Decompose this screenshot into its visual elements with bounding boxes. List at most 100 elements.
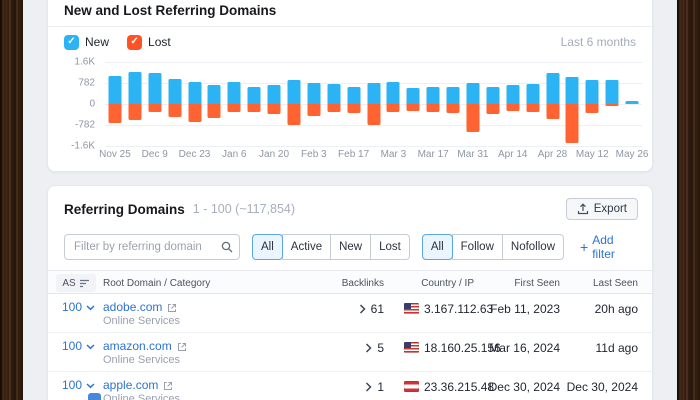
chart-bar[interactable] <box>204 62 224 146</box>
chart-bar[interactable] <box>304 62 324 146</box>
chart-bar[interactable] <box>443 62 463 146</box>
chart-bar[interactable] <box>364 62 384 146</box>
column-header-as[interactable]: AS <box>56 274 96 292</box>
domain-link[interactable]: adobe.com <box>103 301 162 314</box>
legend-item-lost[interactable]: Lost <box>127 35 171 50</box>
search-icon[interactable] <box>221 241 233 253</box>
chart-bar[interactable] <box>582 62 602 146</box>
legend-item-new[interactable]: New <box>64 35 109 50</box>
as-cell[interactable]: 100 <box>48 294 100 332</box>
x-axis-label: Mar 3 <box>381 149 407 160</box>
gridline <box>105 146 642 147</box>
wood-frame-left <box>0 0 23 400</box>
x-axis-label: Mar 17 <box>418 149 449 160</box>
first-seen-cell: Feb 11, 2023 <box>488 294 560 332</box>
bar-lost <box>208 104 221 118</box>
as-cell[interactable]: 100 <box>48 333 100 371</box>
ip-value: 3.167.112.63 <box>424 302 493 316</box>
chart-bar[interactable] <box>264 62 284 146</box>
external-link-icon[interactable] <box>177 342 187 352</box>
bar-new <box>287 80 300 104</box>
filter-status-all[interactable]: All <box>252 234 283 260</box>
bar-new <box>148 73 161 104</box>
chevron-right-icon[interactable] <box>365 343 372 353</box>
chart-bar[interactable] <box>483 62 503 146</box>
filter-status-active[interactable]: Active <box>282 234 331 260</box>
chevron-down-icon <box>86 383 95 389</box>
filter-follow-nofollow[interactable]: Nofollow <box>502 234 564 260</box>
y-axis-label: 1.6K <box>51 57 95 68</box>
column-header-first-seen[interactable]: First Seen <box>488 278 560 289</box>
column-header-country-ip[interactable]: Country / IP <box>392 278 488 289</box>
follow-filter-group: AllFollowNofollow <box>422 234 564 260</box>
backlinks-cell: 5 <box>338 333 392 371</box>
filter-status-new[interactable]: New <box>330 234 371 260</box>
chart-bar[interactable] <box>284 62 304 146</box>
chart-bar[interactable] <box>224 62 244 146</box>
chart-bar[interactable] <box>105 62 125 146</box>
chart-bar[interactable] <box>503 62 523 146</box>
chart-bar[interactable] <box>185 62 205 146</box>
bar-new <box>128 72 141 104</box>
filter-follow-follow[interactable]: Follow <box>452 234 503 260</box>
checkbox-lost[interactable] <box>127 35 142 50</box>
bar-lost <box>407 104 420 111</box>
referring-domains-table-card: Referring Domains 1 - 100 (~117,854) Exp… <box>47 185 653 400</box>
bar-new <box>427 87 440 104</box>
chevron-right-icon[interactable] <box>359 304 366 314</box>
chart-bar[interactable] <box>244 62 264 146</box>
domain-link[interactable]: apple.com <box>103 379 158 392</box>
table-row: 100adobe.comOnline Services613.167.112.6… <box>48 294 652 333</box>
backlinks-cell: 61 <box>338 294 392 332</box>
bar-lost <box>427 104 440 112</box>
legend-label: New <box>85 35 109 49</box>
domain-line: adobe.com <box>103 301 338 314</box>
us-flag-icon <box>404 342 419 353</box>
category-label: Online Services <box>103 315 338 328</box>
chart-bar[interactable] <box>324 62 344 146</box>
chart-bar[interactable] <box>463 62 483 146</box>
bar-new <box>387 82 400 104</box>
x-axis-label: Apr 28 <box>538 149 567 160</box>
bar-lost <box>566 104 579 143</box>
chart-bar[interactable] <box>622 62 642 146</box>
domain-link[interactable]: amazon.com <box>103 340 172 353</box>
column-header-backlinks[interactable]: Backlinks <box>338 278 392 289</box>
external-link-icon[interactable] <box>163 381 173 391</box>
sort-icon <box>80 279 90 288</box>
chart-bar[interactable] <box>562 62 582 146</box>
chart-bar[interactable] <box>145 62 165 146</box>
chart-bar[interactable] <box>165 62 185 146</box>
as-value: 100 <box>62 340 82 353</box>
chart-bar[interactable] <box>423 62 443 146</box>
x-axis-label: May 26 <box>616 149 649 160</box>
country-ip-cell: 3.167.112.63 <box>392 294 488 332</box>
chart-bar[interactable] <box>125 62 145 146</box>
column-header-root-domain[interactable]: Root Domain / Category <box>100 278 338 289</box>
export-button[interactable]: Export <box>566 198 638 220</box>
chart-bar[interactable] <box>383 62 403 146</box>
category-label: Online Services <box>103 354 338 367</box>
filter-status-lost[interactable]: Lost <box>370 234 410 260</box>
bar-new <box>506 85 519 104</box>
chart-bar[interactable] <box>543 62 563 146</box>
x-axis-label: Jan 20 <box>259 149 289 160</box>
backlinks-value: 1 <box>377 380 384 394</box>
filter-follow-all[interactable]: All <box>422 234 453 260</box>
chart-bar[interactable] <box>403 62 423 146</box>
table-row: 100amazon.comOnline Services518.160.25.1… <box>48 333 652 372</box>
checkbox-new[interactable] <box>64 35 79 50</box>
domain-filter-input[interactable] <box>64 234 240 260</box>
bar-lost <box>586 104 599 113</box>
bar-new <box>248 87 261 104</box>
chart-bar[interactable] <box>602 62 622 146</box>
chart-legend: NewLost Last 6 months <box>64 34 636 50</box>
add-filter-button[interactable]: + Add filter <box>580 233 638 261</box>
chevron-right-icon[interactable] <box>365 382 372 392</box>
column-header-last-seen[interactable]: Last Seen <box>560 278 638 289</box>
bar-lost <box>168 104 181 117</box>
x-axis-label: Dec 23 <box>179 149 211 160</box>
chart-bar[interactable] <box>344 62 364 146</box>
external-link-icon[interactable] <box>167 303 177 313</box>
chart-bar[interactable] <box>523 62 543 146</box>
